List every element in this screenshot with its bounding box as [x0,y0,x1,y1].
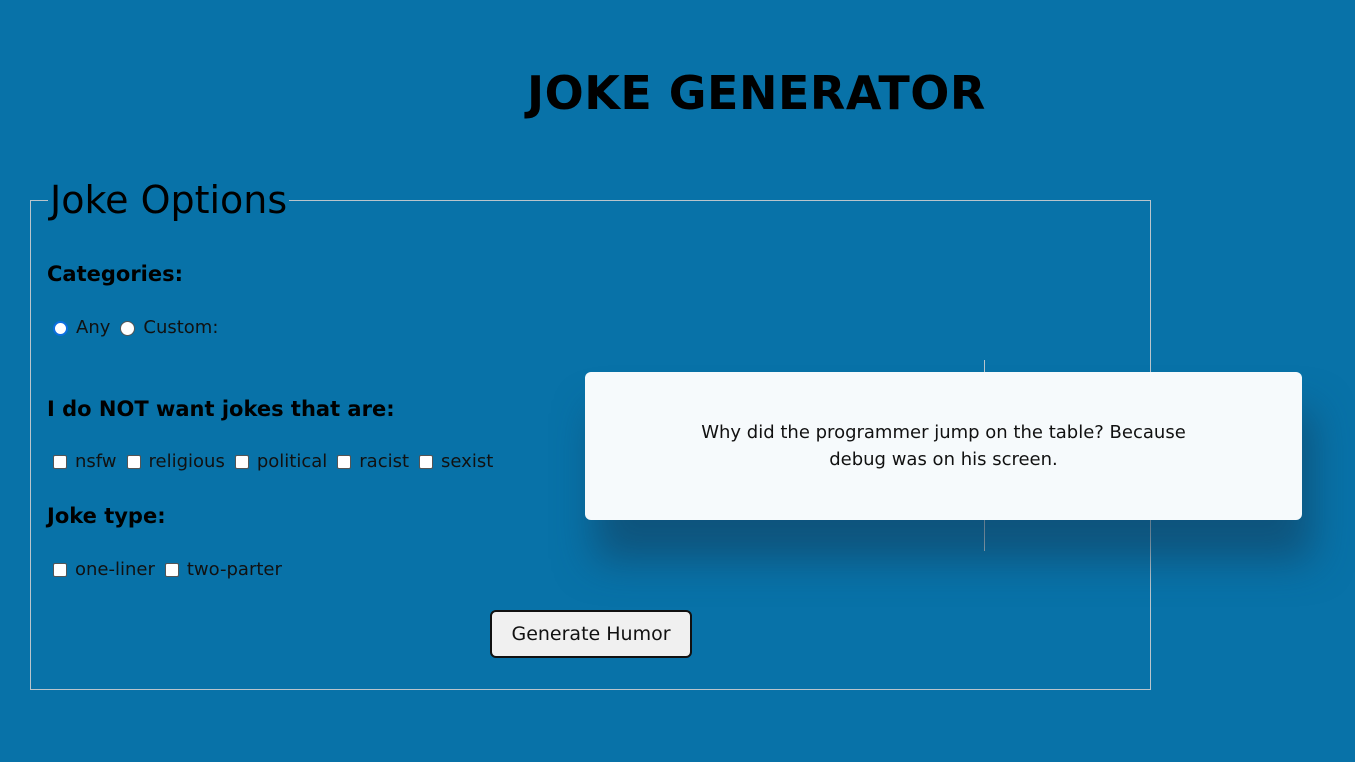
flag-political-checkbox[interactable] [234,455,249,469]
type-two-parter-option[interactable]: two-parter [164,559,282,581]
flag-political-label[interactable]: political [257,451,327,473]
flag-sexist-option[interactable]: sexist [419,451,493,473]
page-title: JOKE GENERATOR [527,66,986,120]
type-one-liner-label[interactable]: one-liner [75,559,155,581]
blacklist-checkbox-group: nsfw religious political racist sexist [53,451,503,473]
category-custom-option[interactable]: Custom: [120,317,218,339]
type-two-parter-checkbox[interactable] [164,563,179,577]
type-one-liner-checkbox[interactable] [53,563,67,577]
flag-nsfw-checkbox[interactable] [53,455,67,469]
category-any-label[interactable]: Any [76,317,110,339]
categories-label: Categories: [47,262,184,286]
category-any-radio[interactable] [53,320,68,336]
flag-racist-option[interactable]: racist [337,451,409,473]
flag-sexist-label[interactable]: sexist [441,451,493,473]
flag-religious-option[interactable]: religious [126,451,225,473]
category-custom-radio[interactable] [120,320,136,336]
flag-sexist-checkbox[interactable] [419,455,434,469]
joke-type-label: Joke type: [47,504,166,528]
flag-political-option[interactable]: political [234,451,327,473]
joke-text: Why did the programmer jump on the table… [701,422,1186,470]
blacklist-label: I do NOT want jokes that are: [47,397,395,421]
type-one-liner-option[interactable]: one-liner [53,559,155,581]
category-custom-label[interactable]: Custom: [143,317,218,339]
categories-radio-group: Any Custom: [53,317,228,339]
category-any-option[interactable]: Any [53,317,110,339]
type-two-parter-label[interactable]: two-parter [187,559,282,581]
joke-type-checkbox-group: one-liner two-parter [53,559,292,581]
flag-racist-checkbox[interactable] [337,455,352,469]
flag-religious-checkbox[interactable] [126,455,141,469]
joke-options-legend: Joke Options [48,178,290,222]
page: JOKE GENERATOR Joke Options Categories: … [0,0,1355,762]
flag-racist-label[interactable]: racist [359,451,409,473]
flag-nsfw-option[interactable]: nsfw [53,451,117,473]
flag-religious-label[interactable]: religious [149,451,225,473]
generate-humor-button[interactable]: Generate Humor [490,610,692,658]
joke-card: Why did the programmer jump on the table… [585,372,1302,520]
flag-nsfw-label[interactable]: nsfw [75,451,117,473]
